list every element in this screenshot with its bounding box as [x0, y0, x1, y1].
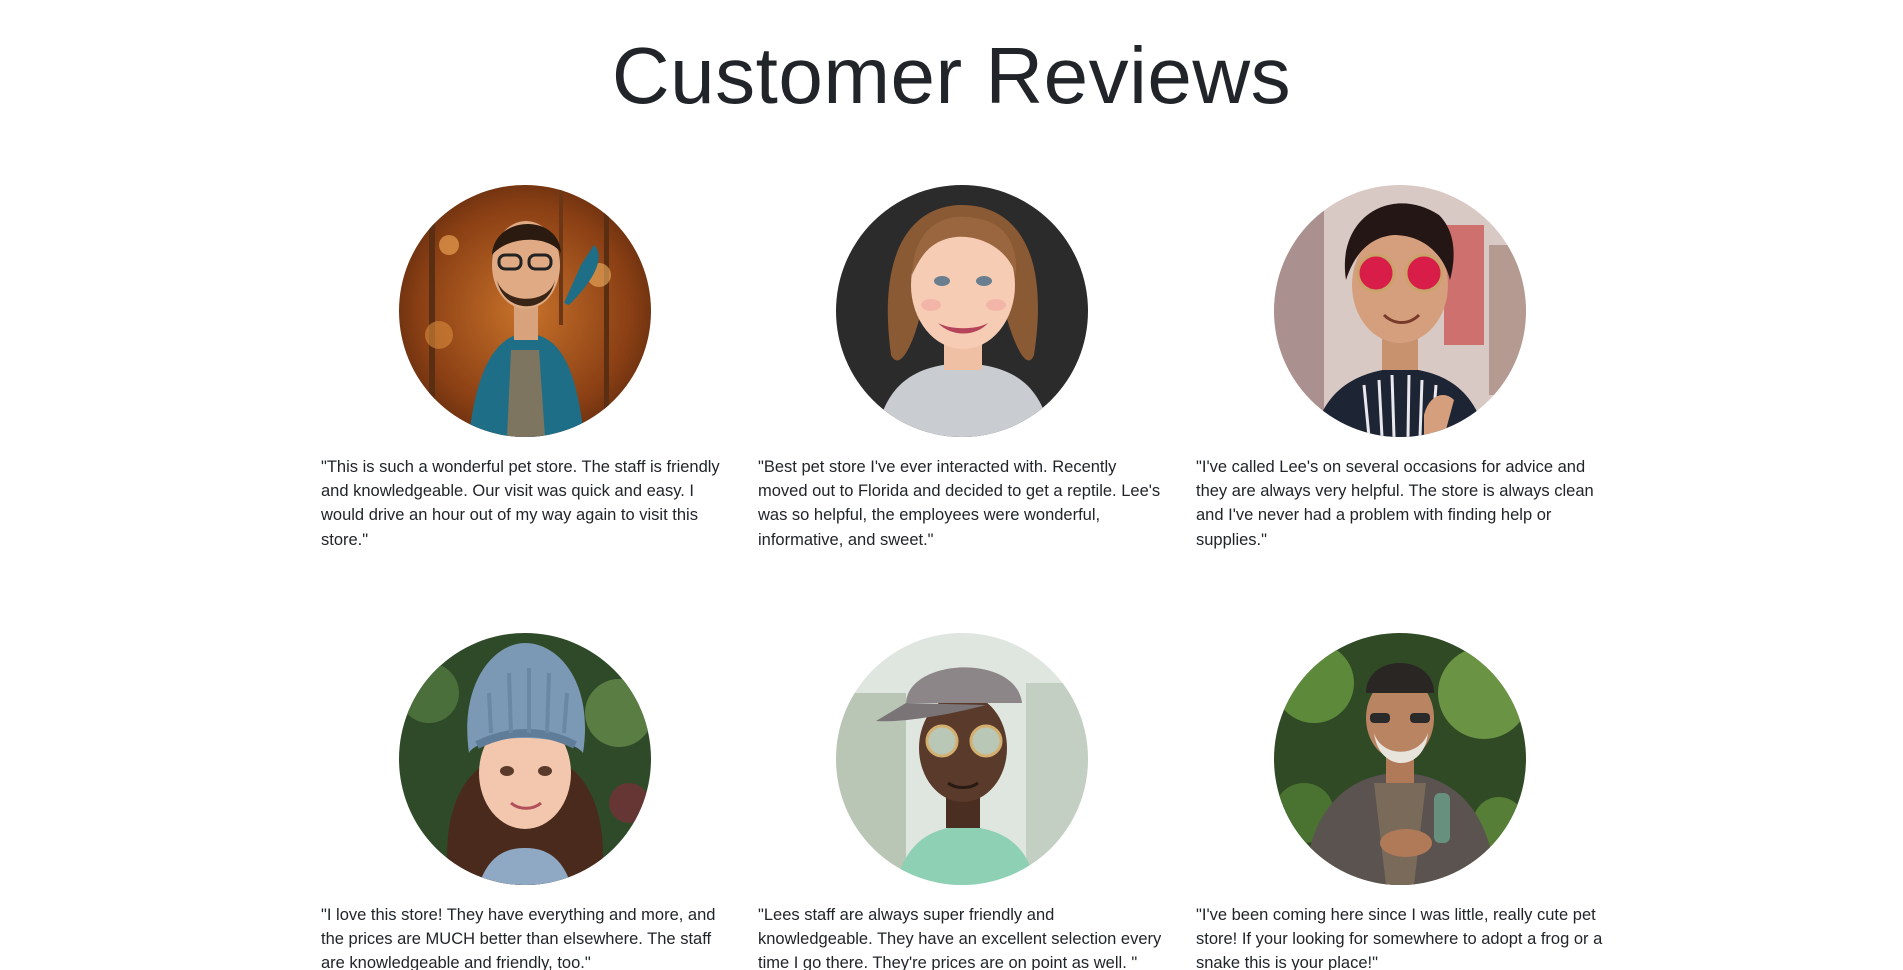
review-text: "I've called Lee's on several occasions …: [1196, 458, 1594, 549]
review-card: "This is such a wonderful pet store. The…: [321, 185, 729, 552]
review-text: "Best pet store I've ever interacted wit…: [758, 458, 1161, 549]
customer-photo: [399, 633, 651, 885]
customer-photo: [399, 185, 651, 437]
customer-photo: [1274, 185, 1526, 437]
review-card: "I love this store! They have everything…: [321, 633, 729, 970]
review-card: "Lees staff are always super friendly an…: [758, 633, 1166, 970]
customer-photo: [836, 633, 1088, 885]
page-title: Customer Reviews: [611, 31, 1292, 120]
review-text: "I love this store! They have everything…: [321, 906, 716, 970]
customer-photo: [1274, 633, 1526, 885]
review-card: "Best pet store I've ever interacted wit…: [758, 185, 1166, 552]
review-text: "This is such a wonderful pet store. The…: [321, 458, 720, 549]
review-card: "I've been coming here since I was littl…: [1196, 633, 1604, 970]
review-card: "I've called Lee's on several occasions …: [1196, 185, 1604, 552]
review-text: "Lees staff are always super friendly an…: [758, 906, 1162, 970]
review-text: "I've been coming here since I was littl…: [1196, 906, 1603, 970]
customer-photo: [836, 185, 1088, 437]
